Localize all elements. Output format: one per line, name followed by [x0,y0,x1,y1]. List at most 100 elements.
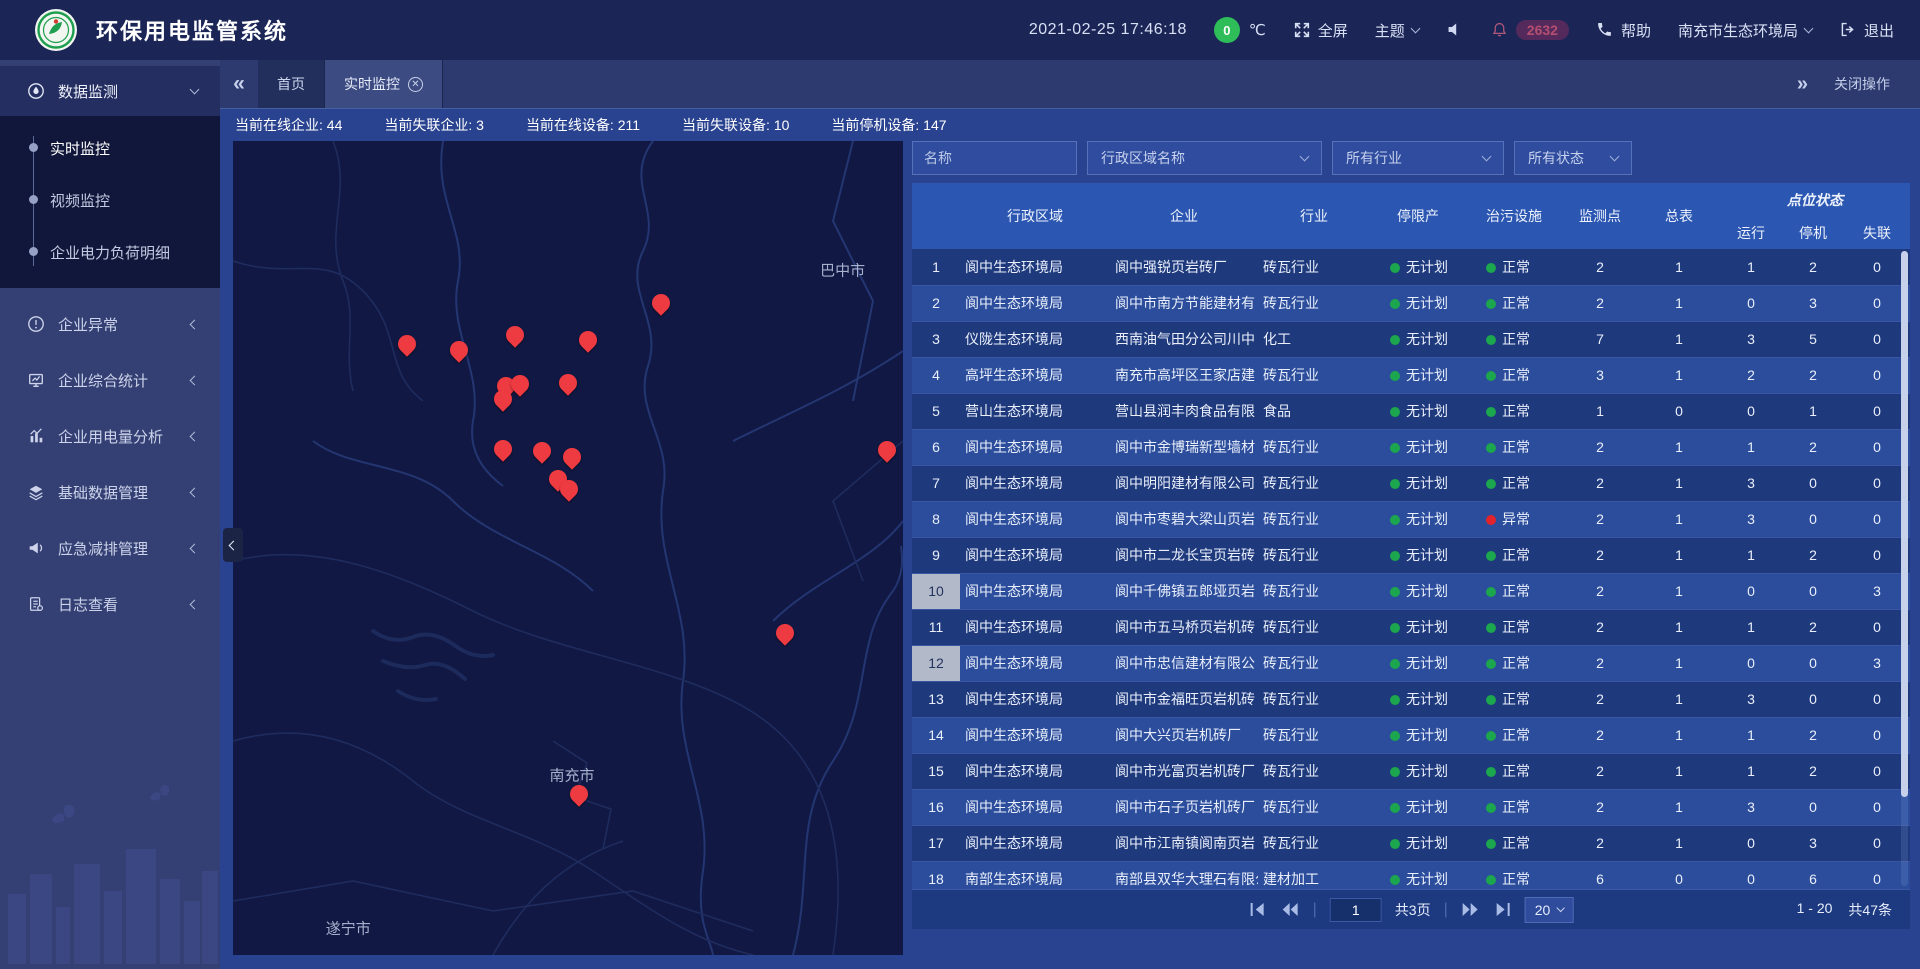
sidebar-item-3[interactable]: 基础数据管理 [0,464,220,520]
col-header-region[interactable]: 行政区域 [960,183,1110,249]
table-row[interactable]: 12阆中生态环境局阆中市忠信建材有限公砖瓦行业无计划正常21003 [912,645,1910,681]
map-pin[interactable] [492,387,514,413]
chevron-left-icon [190,375,200,385]
col-header-index[interactable] [912,183,960,249]
status-filter-select[interactable]: 所有状态 [1514,141,1632,175]
tab-realtime-monitor[interactable]: 实时监控 ✕ [325,60,443,108]
row-index: 4 [912,357,960,393]
table-row[interactable]: 16阆中生态环境局阆中市石子页岩机砖厂砖瓦行业无计划正常21300 [912,789,1910,825]
row-region: 阆中生态环境局 [960,573,1110,609]
row-points: 7 [1562,321,1638,357]
table-row[interactable]: 4高坪生态环境局南充市高坪区王家店建砖瓦行业无计划正常31220 [912,357,1910,393]
sidebar-item-0[interactable]: 企业异常 [0,296,220,352]
next-page-icon[interactable] [1461,902,1480,917]
row-stopped: 3 [1782,825,1844,861]
table-row[interactable]: 6阆中生态环境局阆中市金博瑞新型墙材砖瓦行业无计划正常21120 [912,429,1910,465]
sidebar-item-5[interactable]: 日志查看 [0,576,220,632]
prev-page-icon[interactable] [1281,902,1300,917]
col-header-meter[interactable]: 总表 [1638,183,1720,249]
status-dot-icon [1390,299,1400,309]
industry-filter-select[interactable]: 所有行业 [1332,141,1504,175]
table-row[interactable]: 9阆中生态环境局阆中市二龙长宝页岩砖砖瓦行业无计划正常21120 [912,537,1910,573]
fullscreen-button[interactable]: 全屏 [1293,20,1348,41]
sidebar-item-2[interactable]: 企业用电量分析 [0,408,220,464]
sidebar-subitem-1[interactable]: 视频监控 [0,174,220,226]
logout-button[interactable]: 退出 [1839,20,1894,41]
row-running: 3 [1720,321,1782,357]
table-row[interactable]: 15阆中生态环境局阆中市光富页岩机砖厂砖瓦行业无计划正常21120 [912,753,1910,789]
map-pin[interactable] [876,438,898,464]
page-size-select[interactable]: 20 [1525,897,1574,923]
sidebar-subitem-2[interactable]: 企业电力负荷明细 [0,226,220,278]
col-header-facility[interactable]: 治污设施 [1466,183,1562,249]
map-pin[interactable] [492,437,514,463]
sidebar-item-4[interactable]: 应急减排管理 [0,520,220,576]
help-button[interactable]: 帮助 [1596,20,1651,41]
table-row[interactable]: 3仪陇生态环境局西南油气田分公司川中化工无计划正常71350 [912,321,1910,357]
map-pin[interactable] [650,291,672,317]
tabs-scroll-right-icon[interactable]: » [1797,73,1808,96]
row-industry: 砖瓦行业 [1258,681,1370,717]
col-header-lost[interactable]: 失联 [1844,217,1910,249]
map-pin[interactable] [577,328,599,354]
table-row[interactable]: 13阆中生态环境局阆中市金福旺页岩机砖砖瓦行业无计划正常21300 [912,681,1910,717]
col-header-running[interactable]: 运行 [1720,217,1782,249]
name-filter-input[interactable] [912,141,1077,175]
table-row[interactable]: 14阆中生态环境局阆中大兴页岩机砖厂砖瓦行业无计划正常21120 [912,717,1910,753]
map-pin[interactable] [568,782,590,808]
row-company: 阆中市二龙长宝页岩砖 [1110,537,1258,573]
table-row[interactable]: 17阆中生态环境局阆中市江南镇阆南页岩砖瓦行业无计划正常21030 [912,825,1910,861]
map-panel[interactable]: 巴中市南充市遂宁市 [233,141,903,955]
map-collapse-button[interactable] [223,528,243,562]
table-scrollbar[interactable] [1901,251,1908,886]
tab-home[interactable]: 首页 [258,60,325,108]
mute-button[interactable] [1446,21,1464,39]
col-header-points[interactable]: 监测点 [1562,183,1638,249]
pin-icon [559,444,584,469]
col-header-stopped[interactable]: 停机 [1782,217,1844,249]
row-index: 14 [912,717,960,753]
notifications-button[interactable]: 2632 [1491,20,1569,40]
row-index: 16 [912,789,960,825]
table-row[interactable]: 18南部生态环境局南部县双华大理石有限公建材加工无计划正常60060 [912,861,1910,889]
map-pin[interactable] [557,371,579,397]
status-dot-icon [1390,335,1400,345]
map-pin[interactable] [558,477,580,503]
map-pin[interactable] [774,621,796,647]
table-row[interactable]: 7阆中生态环境局阆中明阳建材有限公司砖瓦行业无计划正常21300 [912,465,1910,501]
table-row[interactable]: 5营山生态环境局营山县润丰肉食品有限食品无计划正常10010 [912,393,1910,429]
org-dropdown[interactable]: 南充市生态环境局 [1678,20,1812,41]
col-header-industry[interactable]: 行业 [1258,183,1370,249]
row-region: 阆中生态环境局 [960,249,1110,285]
table-row[interactable]: 11阆中生态环境局阆中市五马桥页岩机砖砖瓦行业无计划正常21120 [912,609,1910,645]
row-limit-status: 无计划 [1370,645,1466,681]
map-pin[interactable] [531,439,553,465]
table-row[interactable]: 2阆中生态环境局阆中市南方节能建材有砖瓦行业无计划正常21030 [912,285,1910,321]
first-page-icon[interactable] [1249,902,1268,917]
sidebar-group-data-monitor[interactable]: 数据监测 [0,66,220,116]
row-limit-status: 无计划 [1370,357,1466,393]
page-number-input[interactable] [1330,898,1382,922]
map-pin[interactable] [448,338,470,364]
sidebar-subitem-0[interactable]: 实时监控 [0,122,220,174]
table-scrollbar-thumb[interactable] [1901,251,1908,797]
row-meter: 1 [1638,609,1720,645]
table-row[interactable]: 1阆中生态环境局阆中强锐页岩砖厂砖瓦行业无计划正常21120 [912,249,1910,285]
datetime: 2021-02-25 17:46:18 [1029,21,1187,39]
table-row[interactable]: 8阆中生态环境局阆中市枣碧大梁山页岩砖瓦行业无计划异常21300 [912,501,1910,537]
region-filter-select[interactable]: 行政区域名称 [1087,141,1322,175]
sidebar-item-1[interactable]: 企业综合统计 [0,352,220,408]
map-pin[interactable] [396,332,418,358]
close-operations-button[interactable]: 关闭操作 [1834,74,1890,94]
tabs-scroll-left-icon[interactable]: « [220,60,258,108]
last-page-icon[interactable] [1493,902,1512,917]
map-pin[interactable] [504,323,526,349]
theme-dropdown[interactable]: 主题 [1375,20,1419,41]
col-header-limit[interactable]: 停限产 [1370,183,1466,249]
row-index: 13 [912,681,960,717]
table-row[interactable]: 10阆中生态环境局阆中千佛镇五郎垭页岩砖瓦行业无计划正常21003 [912,573,1910,609]
megaphone-icon [27,539,45,557]
close-tab-icon[interactable]: ✕ [408,77,423,92]
status-dot-icon [1390,695,1400,705]
col-header-company[interactable]: 企业 [1110,183,1258,249]
